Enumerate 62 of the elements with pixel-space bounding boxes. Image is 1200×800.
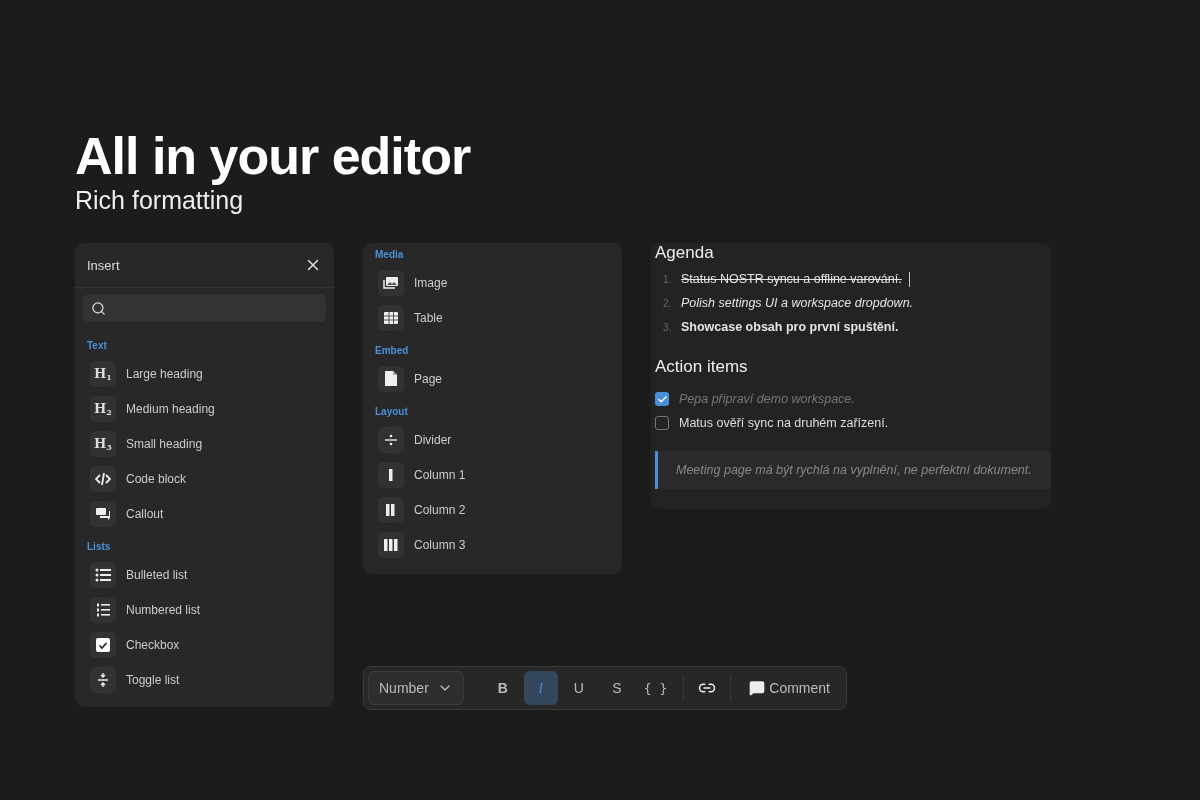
menu-item[interactable]: Column 1 [414, 467, 466, 482]
page-title: All in your editor [75, 128, 472, 184]
section-label: Media [374, 248, 405, 262]
menu-item[interactable]: Large heading [126, 366, 203, 381]
divide-icon [385, 433, 397, 446]
numbered-list-icon [96, 602, 110, 617]
menu-item[interactable]: Column 3 [414, 537, 466, 552]
menu-item[interactable]: Image [414, 275, 448, 290]
quote-block: Meeting page má být rychlá na vyplnění, ne perfektní dokument. [655, 451, 1051, 489]
section-heading: Agenda [655, 243, 715, 264]
heading-icon: H$_{1}$ [94, 365, 112, 382]
checkbox-icon [96, 637, 110, 652]
action-item: Pepa připraví demo workspace. [679, 392, 855, 406]
agenda-item: Showcase obsah pro první spuštění. [681, 320, 899, 334]
menu-item[interactable]: Code block [126, 471, 187, 486]
page-subtitle: Rich formatting [75, 186, 245, 215]
menu-item[interactable]: Page [414, 371, 443, 386]
columns-icon [383, 538, 399, 551]
list-number: 3. [663, 321, 673, 333]
section-label: Text [86, 339, 108, 353]
action-item: Matus ověří sync na druhém zařízení. [679, 416, 889, 430]
search-field[interactable] [83, 294, 326, 322]
format-button[interactable]: B [485, 671, 520, 705]
menu-item[interactable]: Column 2 [414, 502, 466, 517]
bulleted-list-icon [95, 567, 111, 582]
columns-icon [388, 468, 394, 481]
code-icon [95, 471, 111, 486]
checkbox[interactable] [655, 416, 669, 430]
speech-bubbles-icon [95, 506, 111, 521]
format-button[interactable]: S [599, 671, 634, 705]
menu-item[interactable]: Callout [126, 506, 164, 521]
checkbox[interactable] [655, 392, 669, 406]
menu-item[interactable]: Bulleted list [126, 567, 188, 582]
comment-button[interactable]: Comment [741, 680, 838, 696]
image-icon [383, 275, 399, 290]
section-label: Layout [374, 405, 409, 419]
agenda-item: Status NOSTR syncu a offline varování. [681, 272, 902, 286]
agenda-item: Polish settings UI a workspace dropdown. [681, 296, 914, 310]
list-type-dropdown[interactable]: Number [368, 671, 464, 705]
toggle-icon [97, 671, 109, 688]
menu-item[interactable]: Numbered list [126, 602, 201, 617]
list-number: 1. [663, 273, 673, 285]
panel-title: Insert [87, 257, 120, 273]
columns-icon [386, 503, 396, 516]
menu-item[interactable]: Table [414, 310, 443, 325]
page-icon [385, 371, 397, 386]
menu-item[interactable]: Toggle list [126, 672, 180, 687]
format-button[interactable]: { } [637, 671, 674, 705]
menu-item[interactable]: Divider [414, 432, 452, 447]
heading-icon: H$_{3}$ [94, 435, 112, 452]
menu-item[interactable]: Small heading [126, 436, 203, 451]
heading-icon: H$_{2}$ [94, 400, 112, 417]
list-number: 2. [663, 297, 673, 309]
section-label: Lists [86, 540, 112, 554]
section-label: Embed [374, 344, 410, 358]
table-icon [384, 311, 398, 324]
menu-item[interactable]: Checkbox [126, 637, 180, 652]
speech-bubble-icon [749, 680, 766, 696]
search-icon [91, 300, 106, 316]
section-heading: Action items [655, 356, 749, 378]
format-button[interactable]: U [561, 671, 596, 705]
menu-item[interactable]: Medium heading [126, 401, 215, 416]
